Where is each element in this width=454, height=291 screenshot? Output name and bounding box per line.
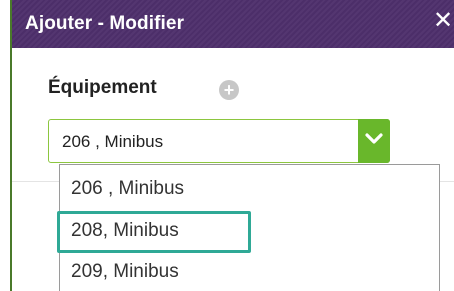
dropdown-toggle-button[interactable] (358, 119, 390, 163)
selection-highlight (57, 211, 251, 253)
edit-dialog: Ajouter - Modifier ✕ Équipement + 206 , … (10, 0, 454, 291)
dropdown-option[interactable]: 206 , Minibus (71, 178, 184, 200)
dropdown-option[interactable]: 209, Minibus (71, 261, 179, 283)
equipment-label: Équipement (48, 77, 157, 98)
equipment-select[interactable]: 206 , Minibus (48, 119, 390, 163)
chevron-down-icon (365, 133, 383, 144)
plus-circle-icon[interactable]: + (219, 80, 239, 100)
dialog-title: Ajouter - Modifier (25, 13, 185, 34)
close-button[interactable]: ✕ (430, 6, 454, 38)
dialog-titlebar: Ajouter - Modifier ✕ (12, 0, 454, 48)
equipment-select-value: 206 , Minibus (62, 132, 164, 151)
